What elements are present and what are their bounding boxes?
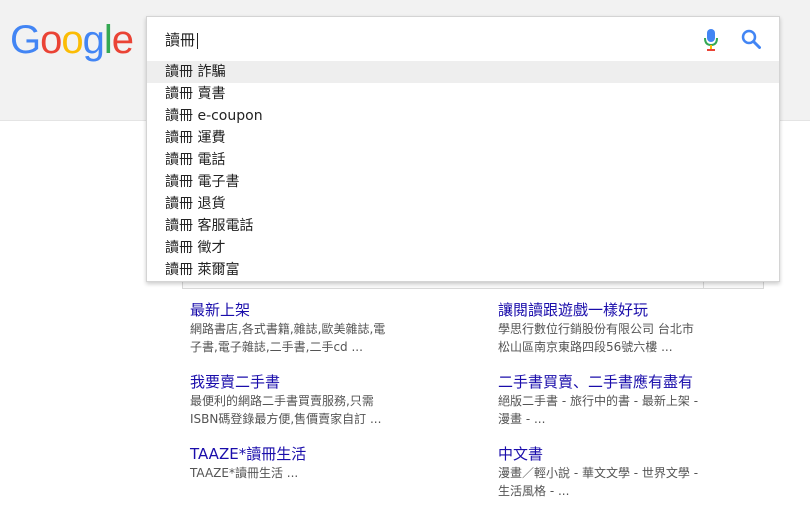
logo-letter: l xyxy=(103,18,113,62)
google-logo[interactable]: Google xyxy=(10,14,134,66)
suggestion-item[interactable]: 讀冊 賣書 xyxy=(147,83,779,105)
search-input[interactable]: 讀冊 xyxy=(165,29,199,50)
logo-letter: o xyxy=(40,18,62,62)
suggestion-item[interactable]: 讀冊 萊爾富 xyxy=(147,259,779,281)
sitelink-title[interactable]: 二手書買賣、二手書應有盡有 xyxy=(498,372,738,392)
logo-letter: o xyxy=(61,18,83,62)
sitelink-title[interactable]: TAAZE*讀冊生活 xyxy=(190,444,430,464)
suggestion-item[interactable]: 讀冊 電子書 xyxy=(147,171,779,193)
search-query-text: 讀冊 xyxy=(165,31,196,49)
sitelink-title[interactable]: 最新上架 xyxy=(190,300,430,320)
sitelink-desc: TAAZE*讀冊生活 ... xyxy=(190,466,299,480)
sitelink-title[interactable]: 我要賣二手書 xyxy=(190,372,430,392)
sitelink: 讓閱讀跟遊戲一樣好玩 學思行數位行銷股份有限公司 台北市 松山區南京東路四段56… xyxy=(498,300,738,356)
sitelink-desc: 子書,電子雜誌,二手書,二手cd ... xyxy=(190,340,363,354)
suggestion-item[interactable]: 讀冊 退貨 xyxy=(147,193,779,215)
logo-letter: G xyxy=(10,18,41,62)
logo-letter: g xyxy=(82,18,105,62)
microphone-icon[interactable] xyxy=(703,28,719,52)
suggestion-item[interactable]: 讀冊 詐騙 xyxy=(147,61,779,83)
search-icon[interactable] xyxy=(741,29,761,49)
suggestion-item[interactable]: 讀冊 運費 xyxy=(147,127,779,149)
sitelink-desc: 漫畫 - ... xyxy=(498,412,546,426)
sitelink-desc: 松山區南京東路四段56號六樓 ... xyxy=(498,340,673,354)
sitelink: TAAZE*讀冊生活 TAAZE*讀冊生活 ... xyxy=(190,444,430,482)
suggestion-item[interactable]: 讀冊 電話 xyxy=(147,149,779,171)
suggestion-item[interactable]: 讀冊 e-coupon xyxy=(147,105,779,127)
sitelink: 中文書 漫畫／輕小說 - 華文文學 - 世界文學 - 生活風格 - ... xyxy=(498,444,738,500)
sitelink-desc: 學思行數位行銷股份有限公司 台北市 xyxy=(498,322,694,336)
search-box: 讀冊 讀冊 詐騙 讀冊 賣書 讀冊 e-coupon 讀冊 運費 讀冊 電話 讀… xyxy=(146,16,780,282)
logo-letter: e xyxy=(111,18,134,62)
sitelink-desc: 生活風格 - ... xyxy=(498,484,570,498)
sitelink-desc: 網路書店,各式書籍,雜誌,歐美雜誌,電 xyxy=(190,322,386,336)
autocomplete-list: 讀冊 詐騙 讀冊 賣書 讀冊 e-coupon 讀冊 運費 讀冊 電話 讀冊 電… xyxy=(147,61,779,281)
sitelink-title[interactable]: 中文書 xyxy=(498,444,738,464)
text-caret xyxy=(197,32,199,49)
suggestion-item[interactable]: 讀冊 客服電話 xyxy=(147,215,779,237)
sitelink: 最新上架 網路書店,各式書籍,雜誌,歐美雜誌,電 子書,電子雜誌,二手書,二手c… xyxy=(190,300,430,356)
sitelink: 二手書買賣、二手書應有盡有 絕版二手書 - 旅行中的書 - 最新上架 - 漫畫 … xyxy=(498,372,738,428)
sitelink-desc: 最便利的網路二手書買賣服務,只需 xyxy=(190,394,374,408)
sitelink-desc: 絕版二手書 - 旅行中的書 - 最新上架 - xyxy=(498,394,699,408)
sitelink-desc: 漫畫／輕小說 - 華文文學 - 世界文學 - xyxy=(498,466,699,480)
sitelink-desc: ISBN碼登錄最方便,售價賣家自訂 ... xyxy=(190,412,382,426)
sitelink: 我要賣二手書 最便利的網路二手書買賣服務,只需 ISBN碼登錄最方便,售價賣家自… xyxy=(190,372,430,428)
suggestion-item[interactable]: 讀冊 徵才 xyxy=(147,237,779,259)
search-input-row[interactable]: 讀冊 xyxy=(147,17,779,61)
sitelink-title[interactable]: 讓閱讀跟遊戲一樣好玩 xyxy=(498,300,738,320)
